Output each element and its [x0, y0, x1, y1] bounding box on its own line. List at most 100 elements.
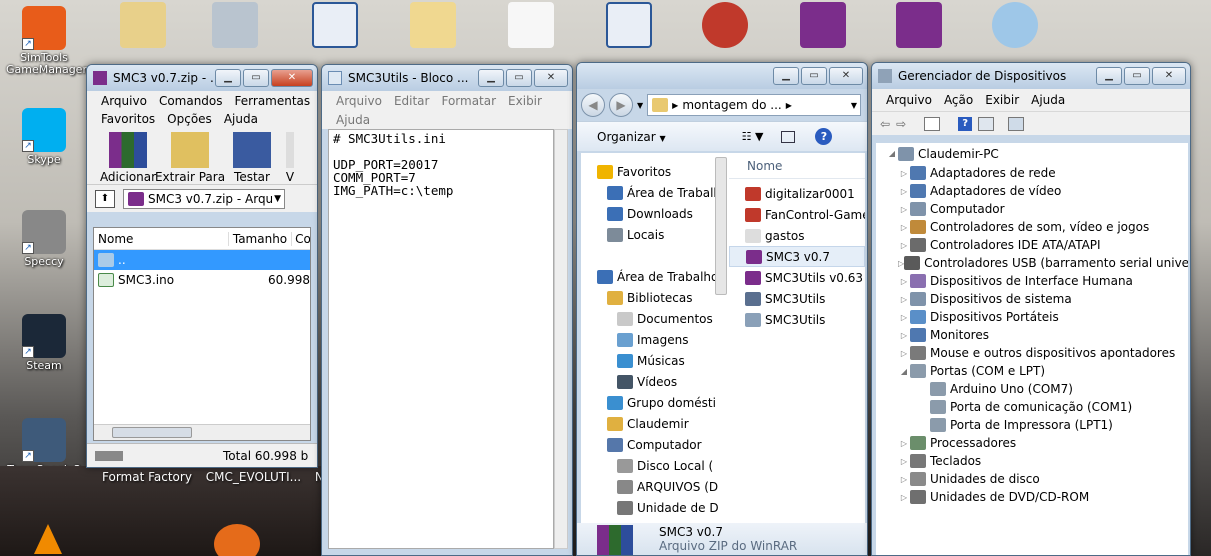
nav-item[interactable]: Vídeos	[581, 371, 729, 392]
device-manager-window[interactable]: Gerenciador de Dispositivos ▁ ▭ ✕ Arquiv…	[871, 62, 1191, 556]
scrollbar-thumb[interactable]	[112, 427, 192, 438]
maximize-button[interactable]: ▭	[1124, 67, 1150, 85]
collapsed-arrow-icon[interactable]: ▷	[898, 313, 910, 322]
desktop-label-format-factory[interactable]: Format Factory	[102, 470, 192, 484]
collapsed-arrow-icon[interactable]: ▷	[898, 205, 910, 214]
file-item[interactable]: SMC3Utils	[729, 309, 865, 330]
properties-icon[interactable]	[924, 116, 941, 131]
winrar-icon[interactable]	[896, 2, 942, 48]
tree-item[interactable]: ▷ Mouse e outros dispositivos apontadores	[886, 344, 1188, 362]
menu-favoritos[interactable]: Favoritos	[95, 112, 161, 126]
nav-item[interactable]: Disco Local (	[581, 455, 729, 476]
collapsed-arrow-icon[interactable]: ▷	[898, 223, 910, 232]
tree-item[interactable]: ◢ Portas (COM e LPT)	[886, 362, 1188, 380]
file-item[interactable]: SMC3 v0.7	[729, 246, 865, 267]
devmgr-titlebar[interactable]: Gerenciador de Dispositivos ▁ ▭ ✕	[872, 63, 1190, 89]
back-button[interactable]: ◀	[581, 93, 605, 117]
collapsed-arrow-icon[interactable]: ▷	[898, 187, 910, 196]
tree-item[interactable]: ▷ Computador	[886, 200, 1188, 218]
notepad-textarea[interactable]: # SMC3Utils.ini UDP_PORT=20017 COMM_PORT=7…	[328, 129, 554, 549]
desktop-icon[interactable]: ↗ Skype	[6, 108, 82, 166]
chevron-down-icon[interactable]: ▼	[851, 101, 857, 110]
file-item[interactable]: SMC3Utils v0.63	[729, 267, 865, 288]
tree-item[interactable]: Porta de Impressora (LPT1)	[886, 416, 1188, 434]
tree-item[interactable]: ▷ Unidades de disco	[886, 470, 1188, 488]
vlc-icon[interactable]	[34, 524, 62, 554]
test-button[interactable]: Testar	[221, 132, 283, 184]
nav-item[interactable]: Grupo domésti	[581, 392, 729, 413]
notepad-window[interactable]: SMC3Utils - Bloco ... ▁ ▭ ✕ Arquivo Edit…	[321, 64, 573, 556]
expanded-arrow-icon[interactable]: ◢	[886, 149, 898, 158]
extract-to-button[interactable]: Extrair Para	[155, 132, 225, 184]
podcast-icon[interactable]	[214, 524, 260, 556]
menu-arquivo[interactable]: Arquivo	[330, 94, 388, 108]
column-name[interactable]: Nome	[729, 153, 865, 179]
file-item[interactable]: gastos	[729, 225, 865, 246]
menu-formatar[interactable]: Formatar	[435, 94, 502, 108]
file-list-pane[interactable]: Nome digitalizar0001 FanControl-Game gasto…	[729, 153, 865, 523]
folder-icon[interactable]	[120, 2, 166, 48]
maximize-button[interactable]: ▭	[801, 67, 827, 85]
help-icon[interactable]: ?	[815, 128, 833, 145]
list-item[interactable]: ..	[94, 250, 310, 270]
nav-scrollbar[interactable]	[715, 157, 727, 295]
collapsed-arrow-icon[interactable]: ▷	[898, 457, 910, 466]
tree-item[interactable]: ▷ Processadores	[886, 434, 1188, 452]
minimize-button[interactable]: ▁	[215, 69, 241, 87]
list-item[interactable]: SMC3.ino 60.998	[94, 270, 310, 290]
menu-arquivo[interactable]: Arquivo	[880, 93, 938, 107]
back-icon[interactable]: ⇦	[880, 117, 890, 131]
nav-item[interactable]: Área de Trabalh	[581, 182, 729, 203]
help-icon[interactable]: ?	[958, 116, 973, 131]
file-item[interactable]: FanControl-Game	[729, 204, 865, 225]
collapsed-arrow-icon[interactable]: ▷	[898, 475, 910, 484]
close-button[interactable]: ✕	[271, 69, 313, 87]
tree-item[interactable]: ▷ Dispositivos Portáteis	[886, 308, 1188, 326]
history-dropdown-icon[interactable]: ▼	[637, 101, 643, 110]
monitor-icon[interactable]	[212, 2, 258, 48]
desktop-icon[interactable]: ↗ Speccy	[6, 210, 82, 268]
nav-item[interactable]: Imagens	[581, 329, 729, 350]
collapsed-arrow-icon[interactable]: ▷	[898, 439, 910, 448]
nav-item[interactable]: Locais	[581, 224, 729, 245]
word-doc-icon[interactable]	[312, 2, 358, 48]
nav-item[interactable]: Área de Trabalho	[581, 266, 729, 287]
view-options-icon[interactable]: ☷ ▼	[742, 130, 764, 143]
nav-item[interactable]: Claudemir	[581, 413, 729, 434]
nav-item[interactable]: Unidade de D	[581, 497, 729, 518]
minimize-button[interactable]: ▁	[1096, 67, 1122, 85]
column-name[interactable]: Nome	[94, 231, 229, 246]
organize-button[interactable]: Organizar ▼	[597, 130, 666, 144]
menu-exibir[interactable]: Exibir	[502, 94, 548, 108]
nero-icon[interactable]	[702, 2, 748, 48]
menu-ajuda[interactable]: Ajuda	[330, 113, 376, 127]
nav-item[interactable]: Favoritos	[581, 161, 729, 182]
file-item[interactable]: digitalizar0001	[729, 183, 865, 204]
forward-icon[interactable]: ⇨	[896, 117, 906, 131]
winrar-icon[interactable]	[800, 2, 846, 48]
explorer-titlebar[interactable]: ▁ ▭ ✕	[577, 63, 867, 89]
tree-item[interactable]: ▷ Adaptadores de rede	[886, 164, 1188, 182]
notepad-titlebar[interactable]: SMC3Utils - Bloco ... ▁ ▭ ✕	[322, 65, 572, 91]
menu-exibir[interactable]: Exibir	[979, 93, 1025, 107]
tree-item[interactable]: ▷ Adaptadores de vídeo	[886, 182, 1188, 200]
minimize-button[interactable]: ▁	[478, 69, 504, 87]
tree-item[interactable]: ▷ Controladores USB (barramento serial un…	[886, 254, 1188, 272]
device-tree[interactable]: ◢ Claudemir-PC ▷ Adaptadores de rede ▷ Adap…	[876, 143, 1188, 555]
tree-item[interactable]: Arduino Uno (COM7)	[886, 380, 1188, 398]
navigation-pane[interactable]: Favoritos Área de Trabalh Downloads Locais Á…	[581, 153, 729, 523]
nav-item[interactable]: Músicas	[581, 350, 729, 371]
tree-item[interactable]: ▷ Dispositivos de sistema	[886, 290, 1188, 308]
menu-ajuda[interactable]: Ajuda	[1025, 93, 1071, 107]
tree-item[interactable]: ▷ Controladores de som, vídeo e jogos	[886, 218, 1188, 236]
tree-item[interactable]: ▷ Unidades de DVD/CD-ROM	[886, 488, 1188, 506]
horizontal-scrollbar[interactable]	[94, 424, 310, 440]
menu-ajuda[interactable]: Ajuda	[218, 112, 264, 126]
winrar-titlebar[interactable]: SMC3 v0.7.zip - ... ▁ ▭ ✕	[87, 65, 317, 91]
close-button[interactable]: ✕	[829, 67, 863, 85]
path-dropdown[interactable]: SMC3 v0.7.zip - Arquivo ▼	[123, 188, 285, 209]
desktop-label-cmc[interactable]: CMC_EVOLUTI...	[206, 470, 301, 484]
word-doc-icon[interactable]	[606, 2, 652, 48]
menu-comandos[interactable]: Comandos	[153, 94, 229, 108]
desktop-icon[interactable]: ↗ SimTools GameManager	[6, 6, 87, 76]
